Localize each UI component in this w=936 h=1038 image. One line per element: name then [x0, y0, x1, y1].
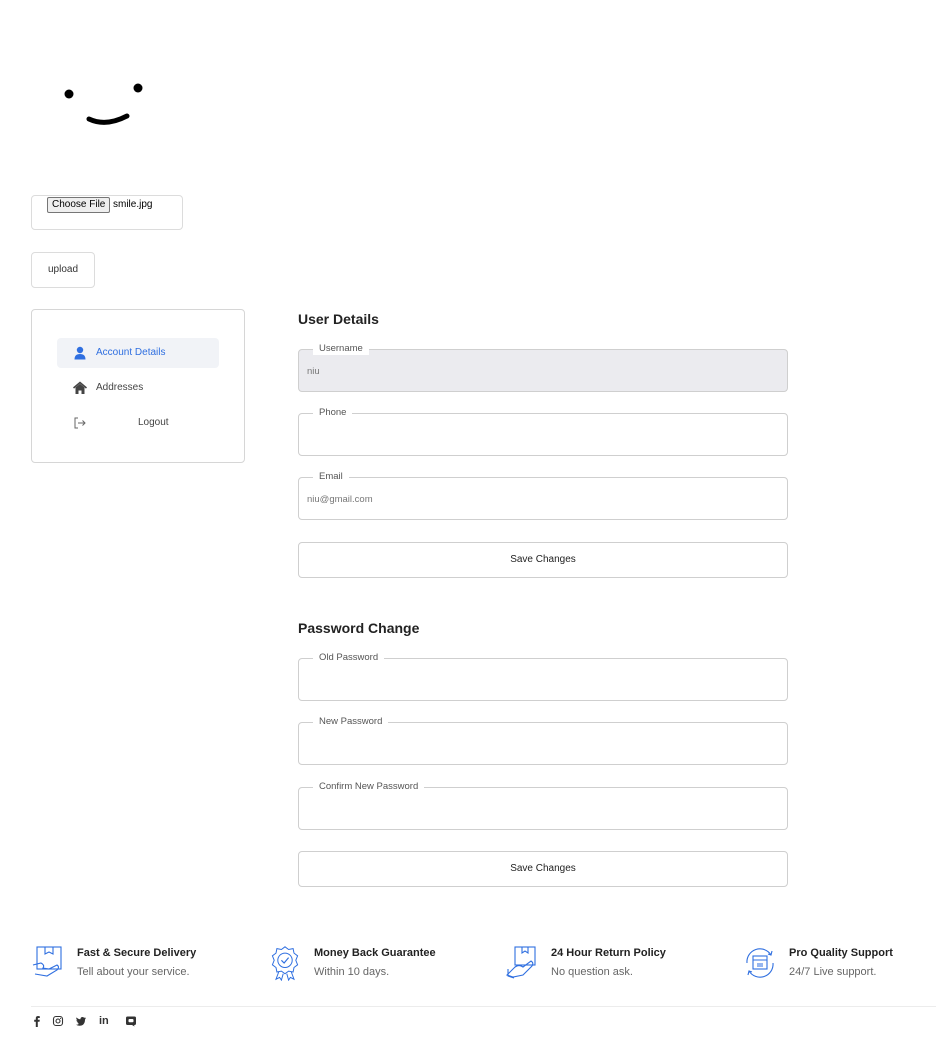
email-field[interactable]: Email niu@gmail.com	[298, 471, 788, 520]
sidebar-item-addresses[interactable]: Addresses	[57, 373, 219, 403]
phone-label: Phone	[313, 407, 353, 419]
feature-title: Pro Quality Support	[789, 947, 893, 959]
feature-title: Fast & Secure Delivery	[77, 947, 197, 959]
account-sidebar: Account Details Addresses Logout	[31, 309, 245, 463]
feature-subtitle: No question ask.	[551, 966, 633, 978]
email-label: Email	[313, 471, 349, 483]
sidebar-item-label: Account Details	[96, 347, 166, 358]
feature-title: 24 Hour Return Policy	[551, 947, 666, 959]
avatar-smile-image	[64, 83, 143, 125]
old-password-field[interactable]: Old Password	[298, 652, 788, 701]
upload-button[interactable]: upload	[31, 252, 95, 288]
home-icon	[73, 381, 87, 394]
footer-divider	[31, 1006, 936, 1007]
confirm-password-label: Confirm New Password	[313, 781, 425, 793]
feature-delivery: Fast & Secure Delivery Tell about your s…	[31, 945, 241, 985]
choose-file-button[interactable]: Choose File	[47, 197, 111, 213]
new-password-field[interactable]: New Password	[298, 716, 788, 765]
feature-support: Pro Quality Support 24/7 Live support.	[743, 945, 933, 985]
feature-subtitle: Tell about your service.	[77, 966, 190, 978]
sidebar-item-label: Logout	[138, 417, 169, 428]
logout-icon	[74, 417, 86, 429]
linkedin-icon[interactable]: in	[99, 1015, 115, 1027]
feature-title: Money Back Guarantee	[314, 947, 436, 959]
feature-subtitle: Within 10 days.	[314, 966, 390, 978]
user-details-title: User Details	[298, 311, 379, 327]
twitter-icon[interactable]	[75, 1015, 87, 1027]
delivery-box-icon	[32, 946, 62, 977]
return-box-icon	[505, 946, 536, 979]
facebook-icon[interactable]	[31, 1015, 43, 1027]
user-icon	[74, 346, 86, 360]
phone-field[interactable]: Phone	[298, 407, 788, 456]
badge-check-icon	[271, 946, 299, 981]
username-value: niu	[307, 366, 320, 377]
sidebar-item-account-details[interactable]: Account Details	[57, 338, 219, 368]
instagram-icon[interactable]	[52, 1015, 64, 1027]
feature-money-back: Money Back Guarantee Within 10 days.	[268, 945, 478, 985]
feature-subtitle: 24/7 Live support.	[789, 966, 877, 978]
confirm-password-field[interactable]: Confirm New Password	[298, 781, 788, 830]
save-user-details-button[interactable]: Save Changes	[298, 542, 788, 578]
username-field: Username niu	[298, 343, 788, 392]
feature-return-policy: 24 Hour Return Policy No question ask.	[505, 945, 715, 985]
old-password-label: Old Password	[313, 652, 385, 664]
save-password-button[interactable]: Save Changes	[298, 851, 788, 887]
password-change-title: Password Change	[298, 620, 420, 636]
sidebar-item-label: Addresses	[96, 382, 144, 393]
file-input[interactable]: Choose File smile.jpg	[31, 195, 183, 230]
support-icon	[746, 948, 774, 978]
username-label: Username	[313, 343, 369, 355]
discord-icon[interactable]	[125, 1015, 137, 1027]
sidebar-item-logout[interactable]: Logout	[57, 408, 219, 438]
email-value: niu@gmail.com	[307, 494, 373, 505]
new-password-label: New Password	[313, 716, 389, 728]
file-name-label: smile.jpg	[113, 199, 153, 210]
